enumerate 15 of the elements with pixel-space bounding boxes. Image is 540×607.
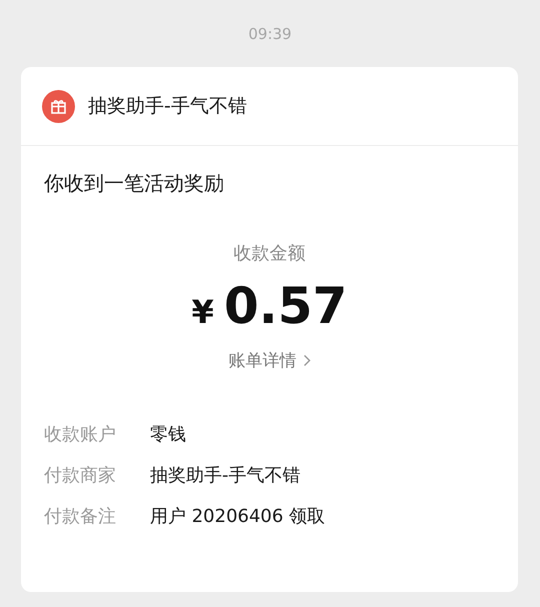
field-label: 付款备注 <box>44 505 117 528</box>
field-label: 收款账户 <box>44 423 117 446</box>
message-time: 09:39 <box>248 25 292 43</box>
gift-icon <box>42 90 75 122</box>
field-value: 用户 20206406 领取 <box>150 505 326 528</box>
field-label: 付款商家 <box>44 464 117 487</box>
amount-label: 收款金额 <box>234 242 306 265</box>
field-value: 抽奖助手-手气不错 <box>150 464 300 487</box>
sender-name: 抽奖助手-手气不错 <box>88 94 247 119</box>
bill-details-link[interactable]: 账单详情 <box>228 349 310 372</box>
currency-symbol: ¥ <box>192 293 214 331</box>
field-value: 零钱 <box>150 423 186 446</box>
amount-value: 0.57 <box>224 277 348 335</box>
message-text: 你收到一笔活动奖励 <box>44 170 225 197</box>
chevron-icon <box>302 354 310 367</box>
